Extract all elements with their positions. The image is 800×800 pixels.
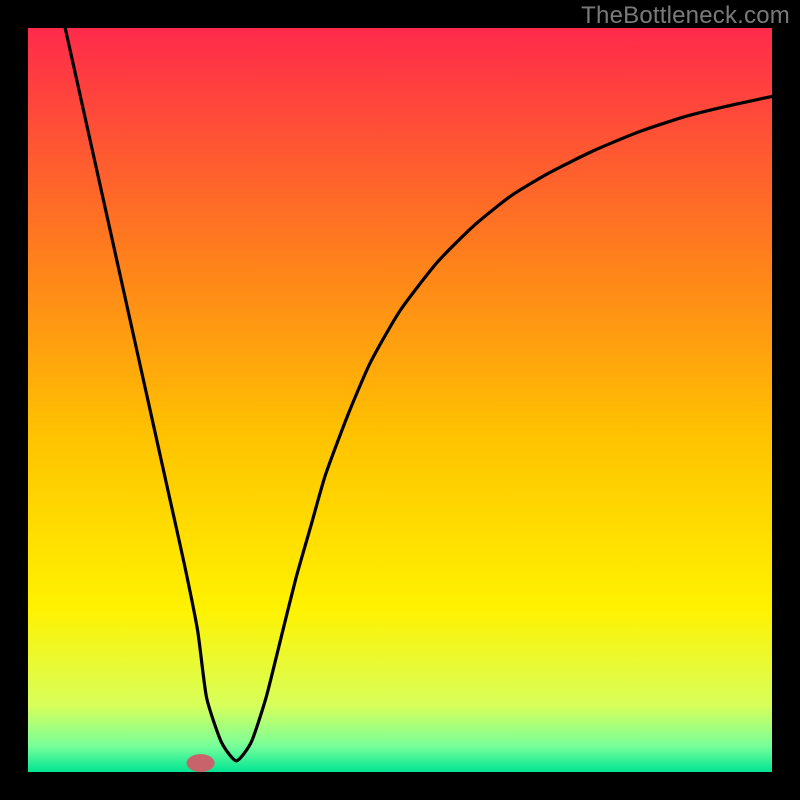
watermark-label: TheBottleneck.com xyxy=(581,2,790,30)
optimal-marker xyxy=(187,754,215,772)
chart-container: TheBottleneck.com xyxy=(0,0,800,800)
chart-plot-area xyxy=(28,28,772,772)
bottleneck-chart xyxy=(0,0,800,800)
